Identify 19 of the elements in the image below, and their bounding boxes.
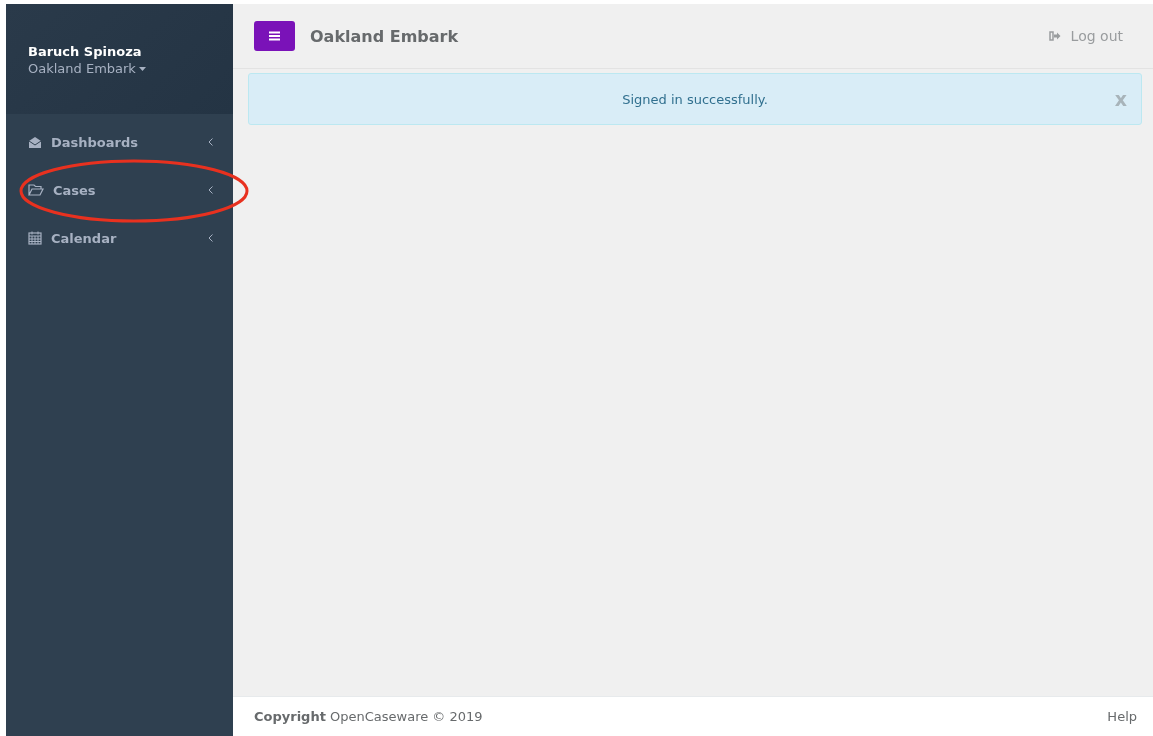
caret-icon [138,66,146,71]
help-link[interactable]: Help [1107,709,1137,724]
sign-out-icon [1048,31,1061,41]
copyright-text: Copyright OpenCaseware © 2019 [254,709,483,724]
page-title: Oakland Embark [310,26,460,46]
chevron-icon [208,186,213,194]
sidebar-item[interactable]: Calendar [6,214,233,262]
alert-message: Signed in successfully. [622,91,768,107]
menu-icon [269,31,280,41]
calendar-icon [28,231,42,245]
chevron-icon [208,234,213,242]
sidebar-item[interactable]: Dashboards [6,118,233,166]
sidebar-item[interactable]: Cases [6,166,233,214]
envelope-icon [28,135,42,149]
chevron-icon [208,138,213,146]
folder-icon [28,184,44,196]
user-name: Baruch Spinoza [28,44,143,59]
organization-dropdown[interactable]: Oakland Embark [28,61,146,76]
menu-button[interactable] [254,21,295,51]
